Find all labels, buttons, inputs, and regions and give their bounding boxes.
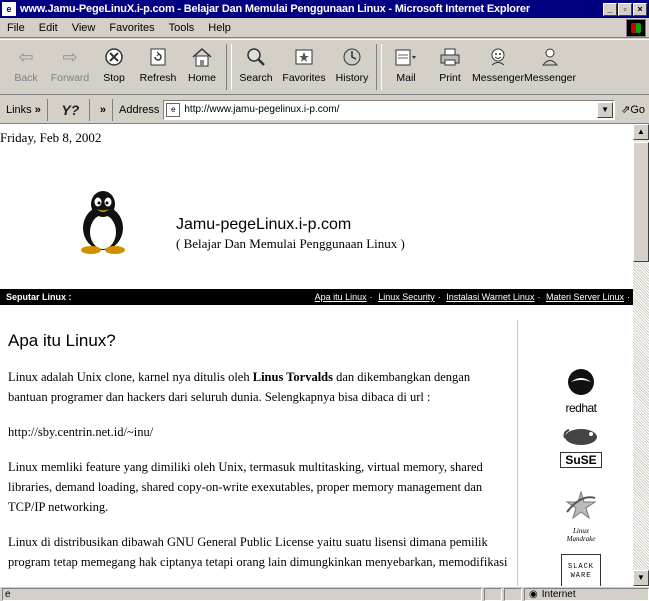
mail-button[interactable]: Mail [384, 40, 428, 94]
links-toolbar[interactable]: Links » [0, 98, 48, 121]
mandrake-logo[interactable]: Linux Mandrake [558, 488, 604, 543]
title-bar: e www.Jamu-PegeLinuX.i-p.com - Belajar D… [0, 0, 649, 18]
home-button[interactable]: Home [180, 40, 224, 94]
minimize-button[interactable]: _ [603, 2, 617, 16]
back-button[interactable]: ⇦ Back [4, 40, 48, 94]
messenger-people-icon [538, 45, 562, 69]
favorites-icon [292, 45, 316, 69]
page-viewport: Friday, Feb 8, 2002 Jamu-pegeLinux.i-p.c… [0, 124, 633, 586]
menu-favorites[interactable]: Favorites [102, 22, 161, 34]
globe-icon: ◉ [529, 588, 538, 600]
forward-button[interactable]: ⇨ Forward [48, 40, 92, 94]
menu-help[interactable]: Help [201, 22, 238, 34]
close-button[interactable]: × [633, 2, 647, 16]
article-paragraph-4: Linux di distribusikan dibawah GNU Gener… [8, 535, 508, 569]
mandrake-star-icon [565, 490, 597, 520]
history-icon [340, 45, 364, 69]
address-bar-row: Links » Y? » Address e http://www.jamu-p… [0, 96, 649, 124]
article-url: http://sby.centrin.net.id/~inu/ [8, 425, 154, 439]
nav-label: Seputar Linux : [6, 292, 72, 302]
page-date: Friday, Feb 8, 2002 [0, 130, 102, 145]
article-paragraph-3: Linux memliki feature yang dimiliki oleh… [8, 460, 483, 514]
status-text-panel: e [2, 587, 482, 601]
zone-panel: ◉ Internet [524, 587, 649, 601]
yahoo-logo-icon[interactable]: Y? [52, 98, 90, 121]
forward-arrow-icon: ⇨ [62, 46, 78, 67]
refresh-icon [146, 45, 170, 69]
yahoo-chevron[interactable]: » [94, 104, 112, 116]
address-url[interactable]: http://www.jamu-pegelinux.i-p.com/ [184, 104, 597, 115]
toolbar-separator [376, 44, 382, 90]
tux-penguin-icon [75, 188, 131, 259]
address-field[interactable]: e http://www.jamu-pegelinux.i-p.com/ ▼ [163, 99, 616, 120]
address-label: Address [112, 98, 163, 121]
printer-icon [438, 45, 462, 69]
window-title: www.Jamu-PegeLinuX.i-p.com - Belajar Dan… [20, 3, 530, 15]
scroll-up-icon[interactable]: ▲ [633, 124, 649, 140]
suse-chameleon-icon [563, 429, 597, 445]
page-icon: e [166, 102, 181, 117]
nav-link-materi-server[interactable]: Materi Server Linux [546, 292, 624, 302]
ie-app-icon[interactable]: e [2, 2, 16, 16]
status-panel [504, 587, 522, 601]
messenger-button-2[interactable]: Messenger [524, 40, 576, 94]
redhat-logo[interactable]: redhat [558, 366, 604, 415]
menu-edit[interactable]: Edit [32, 22, 65, 34]
messenger-button-1[interactable]: Messenger [472, 40, 524, 94]
print-button[interactable]: Print [428, 40, 472, 94]
distro-logos-column: redhat SuSE Linux Mandrake SLACK WARE [517, 320, 633, 586]
maximize-button[interactable]: ▫ [618, 2, 632, 16]
search-icon [244, 45, 268, 69]
section-nav-bar: Seputar Linux : Apa itu Linux · Linux Sec… [0, 289, 633, 305]
history-button[interactable]: History [330, 40, 374, 94]
article: Apa itu Linux? Linux adalah Unix clone, … [8, 331, 508, 586]
scroll-thumb[interactable] [633, 142, 649, 262]
home-icon [190, 45, 214, 69]
author-name: Linus Torvalds [252, 370, 333, 384]
refresh-button[interactable]: Refresh [136, 40, 180, 94]
menu-tools[interactable]: Tools [162, 22, 202, 34]
search-button[interactable]: Search [234, 40, 278, 94]
go-button[interactable]: ⇗Go [615, 103, 649, 116]
menu-bar: File Edit View Favorites Tools Help [0, 18, 649, 38]
site-name: Jamu-pegeLinux.i-p.com [176, 216, 352, 233]
zone-label: Internet [541, 588, 576, 600]
mail-icon [394, 45, 418, 69]
article-paragraph-1: Linux adalah Unix clone, karnel nya ditu… [8, 370, 471, 404]
status-bar: e ◉ Internet [0, 586, 649, 601]
favorites-button[interactable]: Favorites [278, 40, 330, 94]
status-panel [484, 587, 502, 601]
menu-view[interactable]: View [65, 22, 103, 34]
article-heading: Apa itu Linux? [8, 331, 116, 350]
back-arrow-icon: ⇦ [18, 46, 34, 67]
stop-icon [102, 45, 126, 69]
vertical-scrollbar[interactable]: ▲ ▼ [633, 124, 649, 586]
windows-flag-icon [626, 19, 646, 37]
scroll-down-icon[interactable]: ▼ [633, 570, 649, 586]
standard-toolbar: ⇦ Back ⇨ Forward Stop Refresh Home Searc… [0, 39, 649, 95]
suse-logo[interactable]: SuSE [558, 424, 604, 468]
nav-link-instalasi-warnet[interactable]: Instalasi Warnet Linux [446, 292, 534, 302]
menu-file[interactable]: File [0, 22, 32, 34]
address-dropdown-button[interactable]: ▼ [597, 101, 614, 118]
stop-button[interactable]: Stop [92, 40, 136, 94]
redhat-hat-icon [568, 369, 594, 395]
slackware-logo[interactable]: SLACK WARE [558, 554, 604, 586]
go-arrow-icon: ⇗ [621, 104, 631, 116]
page-done-icon: e [5, 588, 11, 600]
nav-link-apa-itu-linux[interactable]: Apa itu Linux [315, 292, 367, 302]
messenger-icon [486, 45, 510, 69]
site-tagline: ( Belajar Dan Memulai Penggunaan Linux ) [176, 236, 405, 251]
browser-window: e www.Jamu-PegeLinuX.i-p.com - Belajar D… [0, 0, 649, 601]
nav-link-linux-security[interactable]: Linux Security [378, 292, 435, 302]
toolbar-separator [226, 44, 232, 90]
